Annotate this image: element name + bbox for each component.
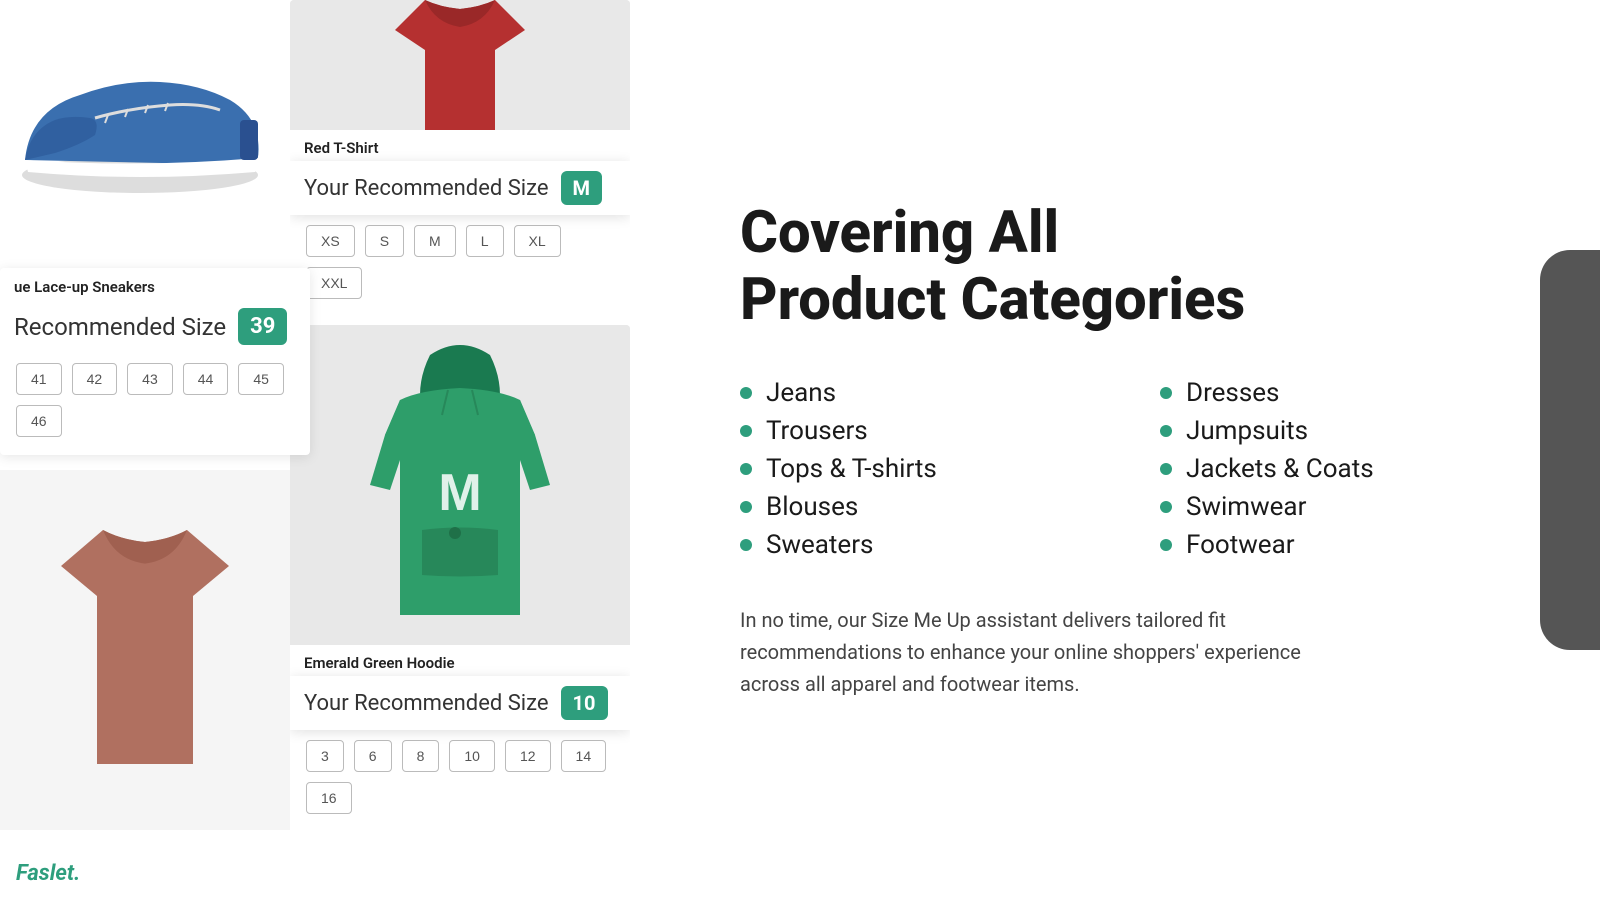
sneaker-recommended-label: Recommended Size [14,313,226,341]
size-btn-43[interactable]: 43 [127,363,173,395]
size-btn-45[interactable]: 45 [238,363,284,395]
category-tops: Tops & T-shirts [740,450,1100,488]
category-dresses: Dresses [1160,374,1520,412]
right-panel: Covering All Product Categories Jeans Tr… [660,0,1600,900]
category-jumpsuits: Jumpsuits [1160,412,1520,450]
category-jeans: Jeans [740,374,1100,412]
red-tshirt-image [290,0,630,130]
hoodie-sizes: 3 6 8 10 12 14 16 [290,730,630,824]
hoodie-title-area: Emerald Green Hoodie [290,645,630,676]
bullet-icon [740,501,752,513]
size-xxl[interactable]: XXL [306,267,362,299]
main-heading: Covering All Product Categories [740,200,1520,333]
hoodie-card: M Emerald Green Hoodie Your Recommended … [290,325,630,824]
logo: Faslet. [16,861,80,886]
sneaker-size-value: 39 [238,308,287,345]
categories-grid: Jeans Trousers Tops & T-shirts Blouses S… [740,374,1520,564]
hoodie-size-value: 10 [561,686,608,720]
bullet-icon [1160,501,1172,513]
tshirt-recommended-badge: Your Recommended Size M [290,161,630,215]
size-16[interactable]: 16 [306,782,352,814]
category-footwear: Footwear [1160,526,1520,564]
hoodie-image: M [290,325,630,645]
size-btn-46[interactable]: 46 [16,405,62,437]
bullet-icon [1160,387,1172,399]
categories-right-col: Dresses Jumpsuits Jackets & Coats Swimwe… [1160,374,1520,564]
size-6[interactable]: 6 [354,740,392,772]
size-10[interactable]: 10 [449,740,495,772]
hoodie-recommended-label: Your Recommended Size [304,691,549,716]
size-l[interactable]: L [466,225,504,257]
tshirt-sizes: XS S M L XL XXL [290,215,630,309]
description-text: In no time, our Size Me Up assistant del… [740,604,1320,700]
size-xs[interactable]: XS [306,225,355,257]
bullet-icon [1160,539,1172,551]
size-12[interactable]: 12 [505,740,551,772]
hoodie-recommended-badge: Your Recommended Size 10 [290,676,630,730]
category-trousers: Trousers [740,412,1100,450]
size-btn-42[interactable]: 42 [72,363,118,395]
tshirt-recommended-label: Your Recommended Size [304,176,549,201]
right-edge-decoration [1540,250,1600,650]
size-8[interactable]: 8 [402,740,440,772]
tshirt-title: Red T-Shirt [290,130,630,161]
category-swimwear: Swimwear [1160,488,1520,526]
sneaker-badge: Recommended Size 39 [0,300,310,353]
size-m[interactable]: M [414,225,456,257]
size-btn-41[interactable]: 41 [16,363,62,395]
sneaker-image-area [0,20,280,220]
brown-tshirt-image [0,470,290,830]
size-14[interactable]: 14 [561,740,607,772]
sneaker-sizes: 41 42 43 44 45 46 [0,353,310,447]
bullet-icon [1160,463,1172,475]
bullet-icon [740,463,752,475]
bullet-icon [1160,425,1172,437]
red-tshirt-card: Red T-Shirt Your Recommended Size M XS S… [290,0,630,309]
categories-left-col: Jeans Trousers Tops & T-shirts Blouses S… [740,374,1100,564]
bullet-icon [740,425,752,437]
size-btn-44[interactable]: 44 [183,363,229,395]
size-xl[interactable]: XL [514,225,561,257]
sneaker-title: ue Lace-up Sneakers [0,276,310,300]
bullet-icon [740,387,752,399]
left-panel: ue Lace-up Sneakers Recommended Size 39 … [0,0,660,900]
size-3[interactable]: 3 [306,740,344,772]
tshirt-size-value: M [561,171,603,205]
size-s[interactable]: S [365,225,404,257]
category-sweaters: Sweaters [740,526,1100,564]
products-column: Red T-Shirt Your Recommended Size M XS S… [290,0,630,824]
category-blouses: Blouses [740,488,1100,526]
category-jackets: Jackets & Coats [1160,450,1520,488]
bullet-icon [740,539,752,551]
sneaker-card: ue Lace-up Sneakers Recommended Size 39 … [0,268,310,455]
svg-text:M: M [438,464,481,522]
